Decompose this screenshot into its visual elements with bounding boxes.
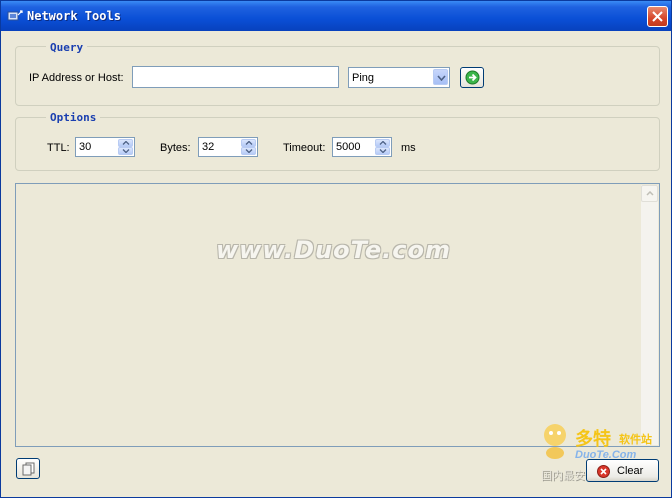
vertical-scrollbar[interactable]	[641, 185, 658, 445]
go-arrow-icon	[465, 70, 480, 85]
timeout-decrement-button[interactable]	[375, 147, 390, 155]
bytes-decrement-button[interactable]	[241, 147, 256, 155]
query-group-title: Query	[46, 41, 88, 54]
copy-icon	[22, 462, 35, 476]
ttl-spinner[interactable]: 30	[75, 137, 135, 157]
options-group-title: Options	[46, 111, 101, 124]
mascot-icon	[544, 424, 566, 459]
ttl-increment-button[interactable]	[118, 139, 133, 147]
close-button[interactable]	[647, 6, 668, 27]
clear-button-label: Clear	[617, 465, 644, 477]
bytes-increment-button[interactable]	[241, 139, 256, 147]
output-textarea[interactable]	[15, 183, 660, 447]
logo-text-cn-small: 软件站	[619, 434, 652, 446]
command-select[interactable]: Ping	[348, 67, 450, 88]
chevron-up-icon	[646, 191, 654, 196]
timeout-unit: ms	[401, 142, 416, 154]
bytes-value: 32	[202, 141, 215, 153]
clear-button[interactable]: Clear	[586, 459, 659, 482]
command-select-value: Ping	[352, 72, 375, 84]
network-tools-window: Network Tools Query IP Address or Host: …	[0, 0, 672, 498]
chevron-down-icon[interactable]	[433, 69, 448, 85]
host-input[interactable]	[132, 66, 339, 88]
ttl-label: TTL:	[47, 142, 70, 154]
ttl-decrement-button[interactable]	[118, 147, 133, 155]
watermark-text: www.DuoTe.com	[216, 236, 451, 264]
bytes-label: Bytes:	[160, 142, 191, 154]
scroll-up-button[interactable]	[641, 185, 658, 202]
ttl-value: 30	[79, 141, 92, 153]
clear-icon	[597, 465, 610, 478]
host-label: IP Address or Host:	[29, 72, 124, 84]
copy-button[interactable]	[16, 458, 40, 479]
logo-text-cn: 多特	[575, 429, 611, 450]
window-title: Network Tools	[27, 9, 121, 23]
timeout-spinner[interactable]: 5000	[332, 137, 392, 157]
title-bar[interactable]: Network Tools	[1, 1, 671, 31]
close-icon	[652, 11, 663, 22]
timeout-increment-button[interactable]	[375, 139, 390, 147]
go-button[interactable]	[460, 67, 484, 88]
bytes-spinner[interactable]: 32	[198, 137, 258, 157]
timeout-label: Timeout:	[283, 142, 326, 154]
network-app-icon	[7, 9, 23, 23]
timeout-value: 5000	[336, 141, 361, 153]
